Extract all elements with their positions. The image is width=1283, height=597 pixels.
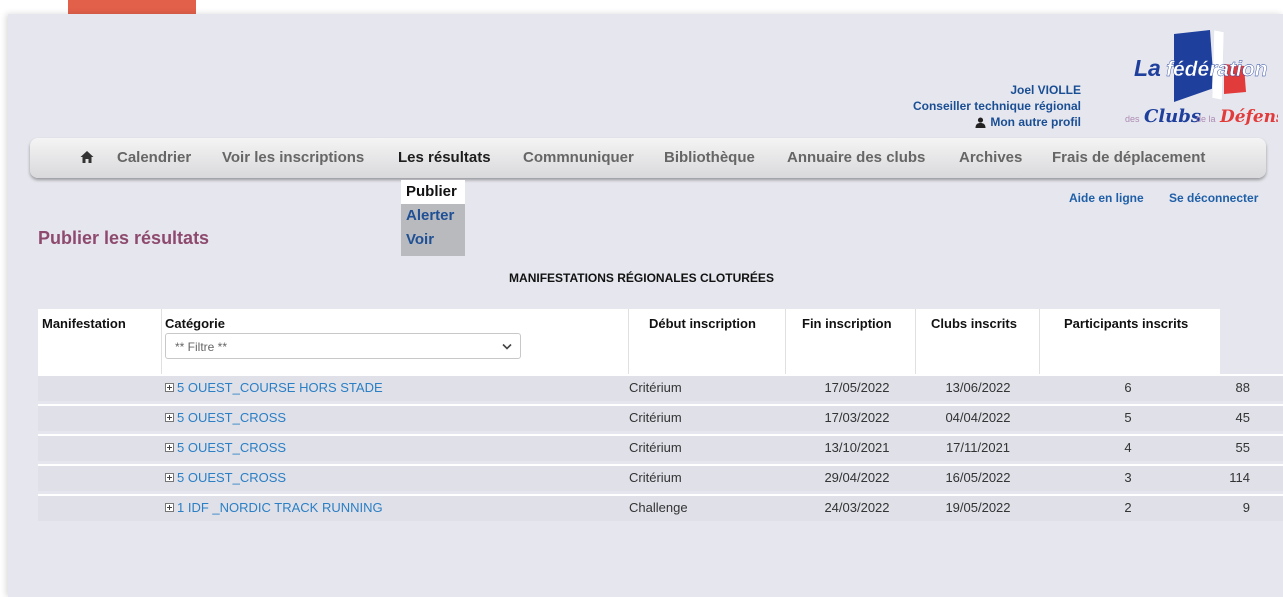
row-participants-count: 9: [1242, 500, 1250, 515]
expand-plus-icon[interactable]: [165, 503, 174, 512]
row-type: Critérium: [629, 440, 682, 455]
row-clubs-count: 6: [1124, 380, 1132, 395]
row-start-date: 17/03/2022: [824, 410, 890, 425]
column-header-participants-inscrits: Participants inscrits: [1064, 316, 1189, 331]
logo-text-clubs: Clubs: [1144, 106, 1201, 127]
top-accent-tab: [68, 0, 196, 14]
user-name: Joel VIOLLE: [1010, 83, 1081, 97]
nav-archives[interactable]: Archives: [959, 138, 1022, 178]
row-participants-count: 88: [1235, 380, 1250, 395]
results-submenu: Publier Alerter Voir: [401, 180, 465, 256]
row-category-label: 5 OUEST_CROSS: [177, 470, 287, 485]
row-start-date: 24/03/2022: [824, 500, 890, 515]
row-start-date: 29/04/2022: [824, 470, 890, 485]
table-header: Manifestation Catégorie ** Filtre ** Déb…: [38, 309, 1220, 374]
row-category-label: 1 IDF _NORDIC TRACK RUNNING: [177, 500, 383, 515]
expand-plus-icon[interactable]: [165, 383, 174, 392]
nav-bibliotheque[interactable]: Bibliothèque: [664, 138, 755, 178]
logo-text-de-la: de la: [1196, 114, 1216, 124]
table-heading: MANIFESTATIONS RÉGIONALES CLOTURÉES: [509, 271, 774, 285]
table-row: 5 OUEST_CROSS Critérium 29/04/2022 16/05…: [38, 464, 1283, 491]
federation-logo[interactable]: La fédération des Clubs de la Défense: [1118, 28, 1278, 132]
submenu-alerter[interactable]: Alerter: [401, 204, 465, 228]
column-header-manifestation: Manifestation: [42, 316, 126, 331]
nav-annuaire-des-clubs[interactable]: Annuaire des clubs: [787, 138, 925, 178]
submenu-publier[interactable]: Publier: [401, 180, 465, 204]
user-info: Joel VIOLLE Conseiller technique régiona…: [913, 82, 1081, 132]
row-start-date: 13/10/2021: [824, 440, 890, 455]
row-participants-count: 45: [1235, 410, 1250, 425]
row-clubs-count: 4: [1124, 440, 1132, 455]
home-icon[interactable]: [80, 150, 94, 164]
row-end-date: 17/11/2021: [945, 440, 1011, 455]
row-end-date: 16/05/2022: [945, 470, 1011, 485]
expand-plus-icon[interactable]: [165, 413, 174, 422]
row-category-link[interactable]: 5 OUEST_CROSS: [165, 440, 286, 455]
row-clubs-count: 5: [1124, 410, 1132, 425]
table-row: 5 OUEST_COURSE HORS STADE Critérium 17/0…: [38, 374, 1283, 401]
row-category-label: 5 OUEST_CROSS: [177, 440, 287, 455]
other-profile-label: Mon autre profil: [990, 115, 1081, 129]
row-type: Critérium: [629, 410, 682, 425]
row-participants-count: 55: [1235, 440, 1250, 455]
expand-plus-icon[interactable]: [165, 473, 174, 482]
row-category-link[interactable]: 5 OUEST_CROSS: [165, 410, 286, 425]
help-link[interactable]: Aide en ligne: [1069, 191, 1144, 205]
row-category-link[interactable]: 5 OUEST_COURSE HORS STADE: [165, 380, 383, 395]
submenu-voir[interactable]: Voir: [401, 228, 465, 252]
chevron-down-icon: [502, 343, 512, 350]
row-type: Critérium: [629, 380, 682, 395]
column-header-fin-inscription: Fin inscription: [802, 316, 892, 331]
logo-text-federation: fédération: [1166, 58, 1268, 81]
user-role: Conseiller technique régional: [912, 99, 1081, 113]
row-end-date: 19/05/2022: [945, 500, 1011, 515]
logo-text-la: La: [1134, 55, 1161, 81]
logo-text-des: des: [1125, 114, 1140, 124]
table-row: 1 IDF _NORDIC TRACK RUNNING Challenge 24…: [38, 494, 1283, 521]
row-type: Critérium: [629, 470, 682, 485]
nav-calendrier[interactable]: Calendrier: [117, 138, 191, 178]
table-row: 5 OUEST_CROSS Critérium 13/10/2021 17/11…: [38, 434, 1283, 461]
nav-les-resultats[interactable]: Les résultats: [398, 138, 491, 178]
other-profile-link[interactable]: Mon autre profil: [975, 114, 1081, 130]
column-header-categorie: Catégorie: [165, 316, 225, 331]
category-filter-select[interactable]: ** Filtre **: [165, 333, 521, 359]
nav-frais-de-deplacement[interactable]: Frais de déplacement: [1052, 138, 1205, 178]
logo-text-defense: Défense: [1219, 107, 1278, 127]
row-clubs-count: 2: [1124, 500, 1132, 515]
row-participants-count: 114: [1229, 470, 1250, 485]
row-type: Challenge: [629, 500, 688, 515]
row-end-date: 13/06/2022: [945, 380, 1011, 395]
main-navbar: Calendrier Voir les inscriptions Les rés…: [30, 138, 1266, 178]
expand-plus-icon[interactable]: [165, 443, 174, 452]
nav-voir-les-inscriptions[interactable]: Voir les inscriptions: [222, 138, 364, 178]
nav-communiquer[interactable]: Commnuniquer: [523, 138, 634, 178]
user-icon: [975, 117, 986, 128]
row-category-link[interactable]: 5 OUEST_CROSS: [165, 470, 286, 485]
row-clubs-count: 3: [1124, 470, 1132, 485]
column-header-debut-inscription: Début inscription: [649, 316, 756, 331]
row-category-label: 5 OUEST_COURSE HORS STADE: [177, 380, 383, 395]
table-row: 5 OUEST_CROSS Critérium 17/03/2022 04/04…: [38, 404, 1283, 431]
row-start-date: 17/05/2022: [824, 380, 890, 395]
category-filter-value: ** Filtre **: [175, 340, 228, 354]
row-end-date: 04/04/2022: [945, 410, 1011, 425]
logout-link[interactable]: Se déconnecter: [1169, 191, 1258, 205]
page-title: Publier les résultats: [38, 228, 210, 248]
row-category-label: 5 OUEST_CROSS: [177, 410, 287, 425]
column-header-clubs-inscrits: Clubs inscrits: [931, 316, 1017, 331]
row-category-link[interactable]: 1 IDF _NORDIC TRACK RUNNING: [165, 500, 383, 515]
